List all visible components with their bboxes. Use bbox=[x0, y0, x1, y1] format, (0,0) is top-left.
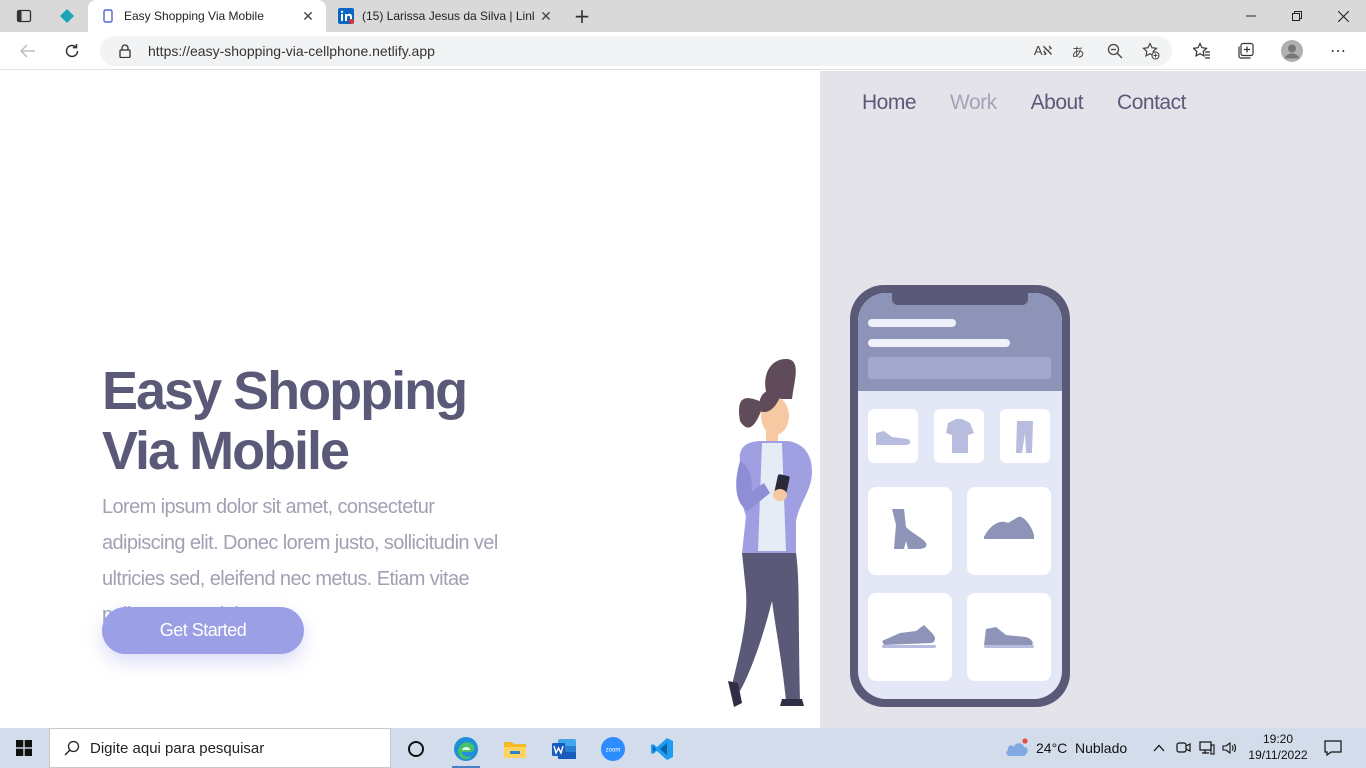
hero-title-line-2: Via Mobile bbox=[102, 421, 350, 481]
translate-icon[interactable]: あ bbox=[1068, 41, 1088, 61]
refresh-icon[interactable] bbox=[58, 37, 86, 65]
search-icon bbox=[62, 738, 82, 758]
taskbar-search[interactable]: Digite aqui para pesquisar bbox=[49, 728, 391, 768]
nav-home[interactable]: Home bbox=[862, 91, 917, 115]
tab-title: Easy Shopping Via Mobile bbox=[124, 9, 264, 23]
new-tab-icon[interactable]: + bbox=[570, 4, 594, 28]
woman-figure bbox=[728, 359, 812, 707]
meet-now-icon[interactable] bbox=[1173, 738, 1193, 758]
more-options-icon[interactable]: ⋯ bbox=[1328, 41, 1348, 61]
workspace-icon[interactable] bbox=[55, 4, 79, 28]
address-toolbar: https://easy-shopping-via-cellphone.netl… bbox=[0, 32, 1366, 70]
edge-icon[interactable] bbox=[446, 732, 486, 768]
profile-avatar-icon[interactable] bbox=[1280, 39, 1304, 63]
nav-about[interactable]: About bbox=[1031, 91, 1084, 115]
file-explorer-icon[interactable] bbox=[495, 732, 535, 766]
task-view-icon[interactable] bbox=[396, 732, 436, 766]
vscode-icon[interactable] bbox=[642, 732, 682, 766]
add-favorite-icon[interactable] bbox=[1141, 41, 1161, 61]
close-tab-icon[interactable]: ✕ bbox=[296, 8, 320, 25]
url-text[interactable]: https://easy-shopping-via-cellphone.netl… bbox=[148, 43, 435, 59]
favorites-icon[interactable] bbox=[1192, 41, 1212, 61]
tab-actions-icon[interactable] bbox=[12, 4, 36, 28]
word-icon[interactable] bbox=[544, 732, 584, 766]
search-placeholder: Digite aqui para pesquisar bbox=[90, 739, 265, 757]
windows-start-icon[interactable] bbox=[0, 728, 48, 768]
browser-tab-bar: Easy Shopping Via Mobile ✕ (15) Larissa … bbox=[0, 0, 1366, 32]
notifications-icon[interactable] bbox=[1323, 738, 1343, 758]
close-tab-icon[interactable]: ✕ bbox=[534, 8, 558, 25]
network-icon[interactable] bbox=[1197, 738, 1217, 758]
restore-icon[interactable] bbox=[1274, 0, 1320, 32]
read-aloud-icon[interactable]: Aℵ bbox=[1033, 41, 1053, 61]
nav-contact[interactable]: Contact bbox=[1117, 91, 1186, 115]
clock-date: 19/11/2022 bbox=[1248, 748, 1308, 762]
zoom-out-icon[interactable] bbox=[1105, 41, 1125, 61]
zoom-icon-label: zoom bbox=[606, 748, 621, 754]
address-bar[interactable]: https://easy-shopping-via-cellphone.netl… bbox=[100, 36, 1172, 66]
volume-icon[interactable] bbox=[1220, 738, 1240, 758]
close-window-icon[interactable] bbox=[1320, 0, 1366, 32]
weather-condition: Nublado bbox=[1075, 740, 1128, 756]
back-icon[interactable] bbox=[14, 37, 42, 65]
tab-title: (15) Larissa Jesus da Silva | Linke bbox=[362, 9, 534, 23]
nav-work[interactable]: Work bbox=[950, 91, 997, 115]
lock-icon[interactable] bbox=[118, 44, 132, 58]
weather-cloud-icon[interactable] bbox=[1004, 736, 1030, 760]
linkedin-icon bbox=[338, 8, 354, 24]
windows-taskbar: Digite aqui para pesquisar zoom 24°C Nub… bbox=[0, 728, 1366, 768]
hero-title-line-1: Easy Shopping bbox=[102, 361, 468, 421]
get-started-button[interactable]: Get Started bbox=[102, 607, 304, 654]
web-page: Home Work About Contact Easy Shopping Vi… bbox=[0, 71, 1366, 728]
chevron-up-icon[interactable] bbox=[1149, 738, 1169, 758]
mobile-page-icon bbox=[100, 8, 116, 24]
tab-linkedin[interactable]: (15) Larissa Jesus da Silva | Linke ✕ bbox=[326, 0, 564, 32]
minimize-icon[interactable] bbox=[1228, 0, 1274, 32]
tab-easy-shopping[interactable]: Easy Shopping Via Mobile ✕ bbox=[88, 0, 326, 32]
system-clock[interactable]: 19:20 19/11/2022 bbox=[1244, 731, 1312, 763]
collections-icon[interactable] bbox=[1236, 41, 1256, 61]
shopping-illustration bbox=[728, 285, 1070, 707]
main-nav: Home Work About Contact bbox=[862, 91, 1186, 115]
phone-mockup bbox=[850, 285, 1070, 707]
zoom-icon[interactable]: zoom bbox=[593, 732, 633, 766]
weather-temp: 24°C bbox=[1036, 740, 1068, 756]
clock-time: 19:20 bbox=[1262, 732, 1294, 746]
hero-title: Easy Shopping Via Mobile bbox=[102, 361, 468, 481]
